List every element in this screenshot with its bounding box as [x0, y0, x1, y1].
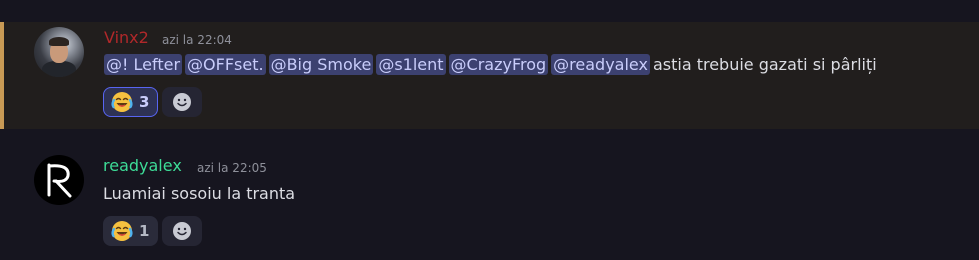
message-text: astia trebuie gazati si pârliți	[652, 55, 877, 74]
add-reaction-button[interactable]	[162, 216, 203, 246]
timestamp: azi la 22:04	[162, 33, 232, 47]
message-content: @! Lefter @OFFset. @Big Smoke @s1lent @Crazy…	[104, 54, 877, 75]
joy-emoji-icon	[111, 92, 133, 112]
reactions-bar: 3	[103, 87, 203, 117]
mention-readyalex[interactable]: @readyalex	[551, 54, 650, 75]
reaction-joy[interactable]: 1	[103, 216, 159, 246]
add-reaction-button[interactable]	[162, 87, 203, 117]
smiley-icon	[173, 222, 192, 240]
message-text: Luamiai sosoiu la tranta	[103, 184, 296, 203]
user-photo-icon	[34, 27, 84, 77]
mention-lefter[interactable]: @! Lefter	[104, 54, 183, 75]
mention-crazyfrog[interactable]: @CrazyFrog	[448, 54, 549, 75]
smiley-icon	[173, 93, 192, 111]
username[interactable]: readyalex	[103, 156, 182, 175]
chat-panel: Vinx2 azi la 22:04 @! Lefter @OFFset. @Big…	[0, 0, 979, 260]
reaction-count: 3	[139, 93, 150, 111]
r-logo-icon	[34, 155, 84, 205]
timestamp: azi la 22:05	[197, 161, 267, 175]
reaction-count: 1	[139, 222, 150, 240]
message-content: Luamiai sosoiu la tranta	[103, 184, 295, 203]
message-item[interactable]: Vinx2 azi la 22:04 @! Lefter @OFFset. @Big…	[0, 22, 979, 129]
mention-big-smoke[interactable]: @Big Smoke	[268, 54, 374, 75]
avatar[interactable]	[34, 155, 84, 205]
message-item[interactable]: readyalex azi la 22:05 Luamiai sosoiu la…	[0, 143, 979, 260]
mention-s1lent[interactable]: @s1lent	[376, 54, 446, 75]
avatar[interactable]	[34, 27, 84, 77]
mention-offset[interactable]: @OFFset.	[185, 54, 266, 75]
reaction-joy[interactable]: 3	[103, 87, 159, 117]
joy-emoji-icon	[111, 221, 133, 241]
reactions-bar: 1	[103, 216, 203, 246]
username[interactable]: Vinx2	[104, 28, 149, 47]
